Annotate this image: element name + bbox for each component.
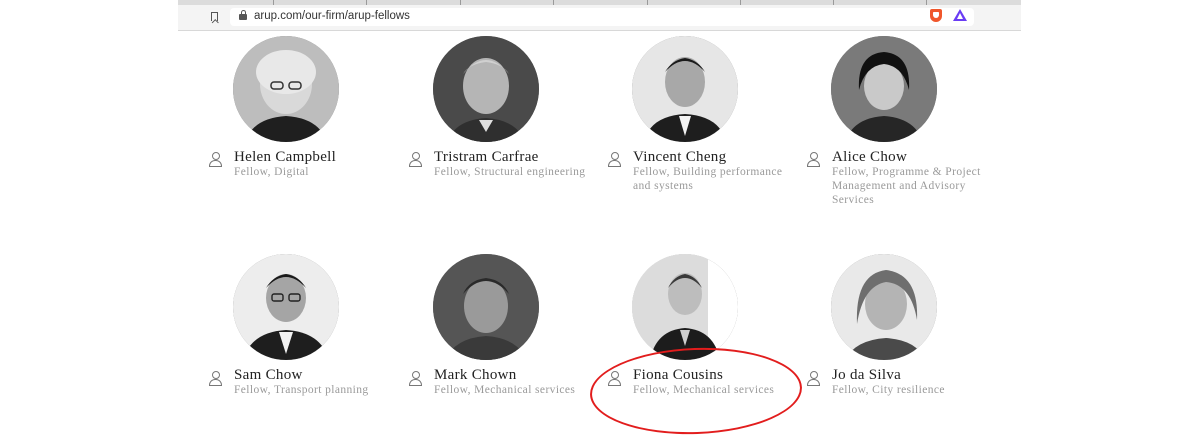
- bookmark-icon[interactable]: [211, 12, 218, 21]
- person-icon: [409, 152, 422, 167]
- person-icon: [608, 152, 621, 167]
- fellow-photo[interactable]: [831, 36, 937, 142]
- fellow-card[interactable]: Jo da Silva Fellow, City resilience: [807, 254, 1002, 414]
- fellow-photo[interactable]: [233, 36, 339, 142]
- lock-icon[interactable]: [239, 10, 247, 20]
- fellow-card[interactable]: Helen Campbell Fellow, Digital: [209, 36, 404, 216]
- fellow-role: Fellow, Digital: [234, 166, 309, 178]
- fellow-photo[interactable]: [233, 254, 339, 360]
- url-text[interactable]: arup.com/our-firm/arup-fellows: [254, 10, 410, 22]
- fellow-name[interactable]: Alice Chow: [832, 149, 907, 166]
- fellow-name[interactable]: Sam Chow: [234, 367, 303, 384]
- brave-shields-icon[interactable]: [930, 9, 942, 22]
- fellow-role: Fellow, Building performance and systems: [633, 166, 783, 192]
- fellow-card[interactable]: Tristram Carfrae Fellow, Structural engi…: [409, 36, 604, 216]
- fellow-name[interactable]: Mark Chown: [434, 367, 517, 384]
- address-bar[interactable]: arup.com/our-firm/arup-fellows: [230, 8, 974, 26]
- person-icon: [409, 371, 422, 386]
- fellow-name[interactable]: Vincent Cheng: [633, 149, 726, 166]
- person-icon: [807, 371, 820, 386]
- fellow-role: Fellow, Transport planning: [234, 384, 369, 396]
- fellow-name[interactable]: Jo da Silva: [832, 367, 901, 384]
- fellow-role: Fellow, City resilience: [832, 384, 945, 396]
- fellow-role: Fellow, Programme & Project Management a…: [832, 166, 981, 206]
- fellow-photo[interactable]: [632, 254, 738, 360]
- fellow-photo[interactable]: [433, 36, 539, 142]
- fellow-card[interactable]: Mark Chown Fellow, Mechanical services: [409, 254, 604, 414]
- fellow-card[interactable]: Sam Chow Fellow, Transport planning: [209, 254, 404, 414]
- person-icon: [209, 152, 222, 167]
- person-icon: [209, 371, 222, 386]
- fellow-card[interactable]: Alice Chow Fellow, Programme & Project M…: [807, 36, 1002, 216]
- fellow-photo[interactable]: [632, 36, 738, 142]
- fellow-name[interactable]: Helen Campbell: [234, 149, 336, 166]
- fellow-role: Fellow, Mechanical services: [434, 384, 576, 396]
- person-icon: [807, 152, 820, 167]
- fellow-card[interactable]: Vincent Cheng Fellow, Building performan…: [608, 36, 803, 216]
- fellow-photo[interactable]: [433, 254, 539, 360]
- fellow-name[interactable]: Tristram Carfrae: [434, 149, 539, 166]
- fellow-photo[interactable]: [831, 254, 937, 360]
- fellow-role: Fellow, Structural engineering: [434, 166, 586, 178]
- brave-rewards-icon[interactable]: [953, 9, 967, 21]
- browser-toolbar: arup.com/our-firm/arup-fellows: [178, 5, 1021, 31]
